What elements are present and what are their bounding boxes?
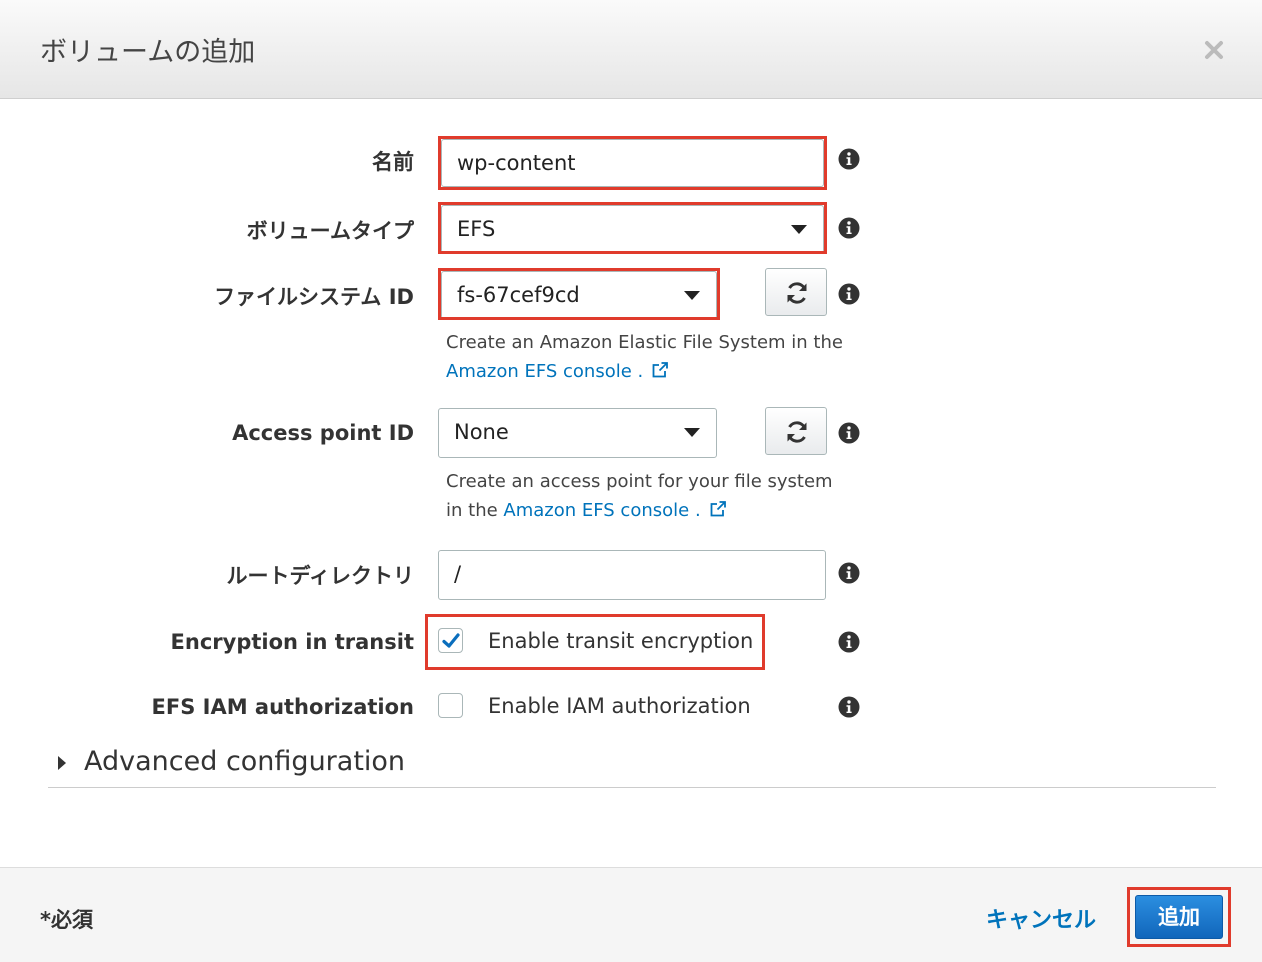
root-dir-input[interactable]: / xyxy=(438,550,826,600)
add-button[interactable]: 追加 xyxy=(1135,895,1223,939)
filesystem-select[interactable]: fs-67cef9cd xyxy=(441,271,717,319)
encryption-label: Encryption in transit xyxy=(170,630,414,654)
dialog-footer: *必須 キャンセル 追加 xyxy=(0,867,1262,962)
volume-type-label: ボリュームタイプ xyxy=(246,219,414,243)
access-point-refresh-button[interactable] xyxy=(765,407,827,455)
chevron-down-icon xyxy=(684,291,700,300)
filesystem-hint-text: Create an Amazon Elastic File System in … xyxy=(446,332,843,353)
checkmark-icon xyxy=(442,633,460,648)
required-note: *必須 xyxy=(40,908,93,932)
info-icon[interactable] xyxy=(838,631,860,653)
root-dir-label: ルートディレクトリ xyxy=(226,564,414,588)
encryption-checkbox[interactable] xyxy=(438,628,463,653)
filesystem-hint: Create an Amazon Elastic File System in … xyxy=(446,328,843,386)
info-icon[interactable] xyxy=(838,283,860,305)
efs-console-link[interactable]: Amazon EFS console xyxy=(446,361,632,382)
access-point-hint-line1: Create an access point for your file sys… xyxy=(446,471,833,492)
advanced-configuration-toggle[interactable]: Advanced configuration xyxy=(84,746,405,777)
external-link-icon[interactable] xyxy=(709,500,727,518)
chevron-down-icon xyxy=(791,225,807,234)
volume-type-select[interactable]: EFS xyxy=(441,205,824,253)
chevron-down-icon xyxy=(684,428,700,437)
info-icon[interactable] xyxy=(838,217,860,239)
refresh-icon xyxy=(787,421,807,443)
volume-type-value: EFS xyxy=(457,217,496,241)
divider xyxy=(48,787,1216,788)
info-icon[interactable] xyxy=(838,148,860,170)
filesystem-refresh-button[interactable] xyxy=(765,268,827,316)
filesystem-value: fs-67cef9cd xyxy=(457,283,580,307)
encryption-checkbox-label[interactable]: Enable transit encryption xyxy=(488,629,753,653)
info-icon[interactable] xyxy=(838,422,860,444)
iam-checkbox[interactable] xyxy=(438,693,463,718)
iam-checkbox-label[interactable]: Enable IAM authorization xyxy=(488,694,751,718)
access-point-value: None xyxy=(454,420,509,444)
efs-console-link[interactable]: Amazon EFS console xyxy=(503,500,689,521)
info-icon[interactable] xyxy=(838,696,860,718)
link-suffix: . xyxy=(631,361,644,382)
access-point-select[interactable]: None xyxy=(438,408,717,458)
dialog-header: ボリュームの追加 xyxy=(0,0,1262,99)
close-icon[interactable] xyxy=(1198,34,1230,66)
link-suffix: . xyxy=(689,500,701,521)
cancel-button[interactable]: キャンセル xyxy=(986,902,1096,934)
access-point-hint-prefix: in the xyxy=(446,500,504,521)
filesystem-label: ファイルシステム ID xyxy=(214,285,414,309)
access-point-label: Access point ID xyxy=(232,421,414,445)
refresh-icon xyxy=(787,282,807,304)
dialog-title: ボリュームの追加 xyxy=(40,37,256,68)
access-point-hint: Create an access point for your file sys… xyxy=(446,467,833,525)
external-link-icon[interactable] xyxy=(651,361,669,379)
caret-right-icon[interactable] xyxy=(58,756,66,770)
iam-label: EFS IAM authorization xyxy=(151,695,415,719)
name-label: 名前 xyxy=(372,150,414,174)
name-input[interactable]: wp-content xyxy=(441,139,824,187)
info-icon[interactable] xyxy=(838,562,860,584)
